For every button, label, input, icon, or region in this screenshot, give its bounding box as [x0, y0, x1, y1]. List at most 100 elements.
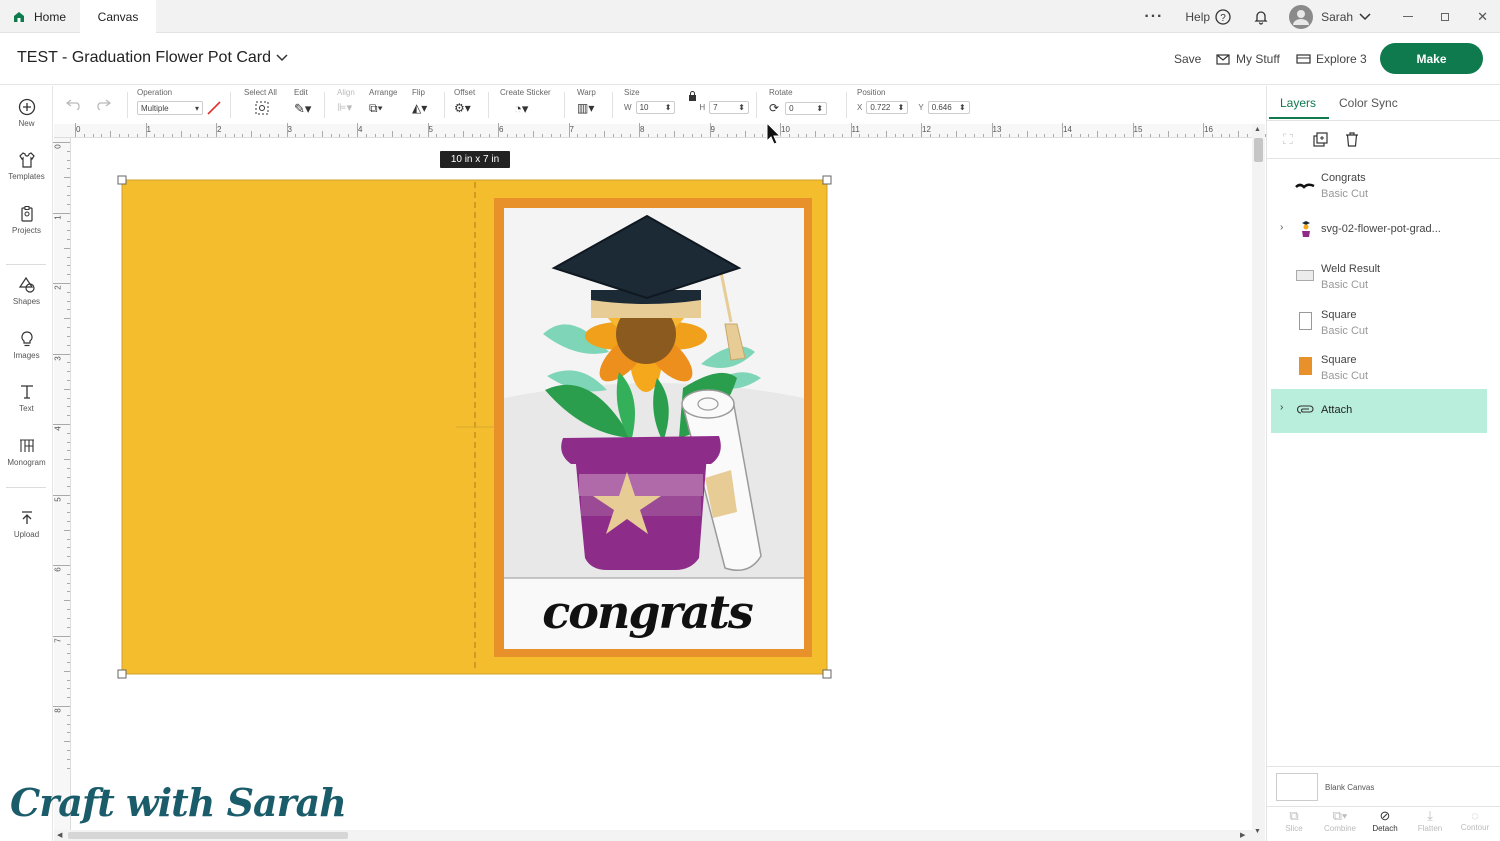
tab-layers[interactable]: Layers: [1280, 96, 1316, 110]
ruler-tick: [242, 134, 244, 137]
sidebar-item-new[interactable]: New: [0, 98, 53, 128]
ruler-tick: [683, 134, 685, 137]
height-input[interactable]: 7 ⬍: [709, 101, 749, 114]
layer-item-attach[interactable]: › Attach: [1271, 389, 1487, 433]
rotate-input[interactable]: 0 ⬍: [785, 101, 828, 115]
ruler-tick: [312, 134, 314, 137]
project-header: TEST - Graduation Flower Pot Card Save M…: [0, 33, 1500, 85]
ruler-tick: [53, 635, 70, 637]
sidebar-item-templates[interactable]: Templates: [0, 151, 53, 181]
duplicate-icon[interactable]: [1313, 132, 1328, 147]
align-group[interactable]: Align ⊫▾: [337, 88, 355, 114]
flower-pot-thumbnail-icon: [1302, 221, 1310, 237]
no-color-swatch-icon[interactable]: [207, 101, 221, 115]
minimize-icon[interactable]: [1403, 16, 1414, 17]
scroll-right-arrow[interactable]: ▶: [1240, 831, 1245, 839]
layer-item[interactable]: › svg-02-flower-pot-grad...: [1271, 212, 1487, 256]
restore-icon[interactable]: [1441, 12, 1450, 21]
notification-bell-icon[interactable]: [1253, 9, 1269, 25]
design-canvas[interactable]: congrats: [71, 138, 1252, 830]
pencil-icon: ✎▾: [294, 101, 312, 116]
home-icon: [14, 11, 24, 22]
scroll-thumb[interactable]: [68, 832, 348, 839]
group-icon[interactable]: ⛶: [1283, 131, 1293, 148]
blank-canvas-swatch[interactable]: [1276, 773, 1318, 801]
help-button[interactable]: Help ?: [1185, 8, 1231, 25]
ruler-tick: [929, 134, 931, 137]
width-input[interactable]: 10 ⬍: [635, 101, 676, 114]
project-title[interactable]: TEST - Graduation Flower Pot Card: [17, 49, 288, 67]
more-icon[interactable]: ···: [1144, 8, 1163, 26]
chevron-right-icon[interactable]: ›: [1280, 402, 1283, 413]
detach-button[interactable]: ⊘ Detach: [1365, 808, 1405, 833]
machine-selector[interactable]: Explore 3: [1296, 52, 1367, 66]
contour-button[interactable]: ◌ Contour: [1455, 808, 1495, 832]
sidebar-item-upload[interactable]: Upload: [0, 509, 53, 539]
tab-home[interactable]: Home: [0, 0, 80, 33]
ruler-tick: [357, 123, 358, 137]
ruler-tick: [67, 591, 70, 593]
detach-icon: ⊘: [1379, 808, 1391, 823]
layer-item[interactable]: Weld Result Basic Cut: [1271, 259, 1487, 303]
sidebar-item-shapes[interactable]: Shapes: [0, 276, 53, 306]
redo-icon[interactable]: [95, 98, 111, 110]
rotate-value: 0: [789, 103, 794, 113]
position-y-input[interactable]: 0.646 ⬍: [927, 101, 970, 114]
undo-icon[interactable]: [66, 98, 82, 110]
layer-item[interactable]: Square Basic Cut: [1271, 305, 1487, 349]
avatar[interactable]: [1289, 4, 1314, 29]
position-x-input[interactable]: 0.722 ⬍: [866, 101, 909, 114]
ruler-tick: [365, 134, 367, 137]
layer-item[interactable]: Congrats Basic Cut: [1271, 168, 1487, 212]
slice-button[interactable]: ⧉ Slice: [1274, 808, 1314, 833]
close-icon[interactable]: ✕: [1477, 9, 1488, 25]
layer-item[interactable]: Square Basic Cut: [1271, 350, 1487, 394]
contour-icon: ◌: [1471, 808, 1479, 823]
ruler-tick: [515, 134, 517, 137]
operation-select[interactable]: Multiple ▾: [137, 101, 203, 115]
ruler-tick: [797, 134, 799, 137]
scroll-up-arrow[interactable]: ▲: [1254, 126, 1261, 133]
left-sidebar: New Templates Projects Shapes Images Tex…: [0, 86, 53, 841]
ruler-tick: [53, 142, 70, 143]
flatten-button[interactable]: ⤓ Flatten: [1410, 808, 1450, 833]
y-label: Y: [918, 103, 924, 112]
sidebar-item-projects[interactable]: Projects: [0, 205, 53, 235]
make-button[interactable]: Make: [1380, 43, 1483, 74]
trash-icon[interactable]: [1345, 132, 1359, 147]
tab-color-sync[interactable]: Color Sync: [1339, 96, 1398, 110]
arrange-group[interactable]: Arrange ⧉▾: [369, 88, 397, 116]
sidebar-item-text[interactable]: Text: [0, 383, 53, 413]
scroll-thumb[interactable]: [1254, 138, 1263, 162]
ruler-tick: [75, 123, 76, 137]
ruler-tick-label: 13: [992, 125, 1002, 134]
warp-group[interactable]: Warp ▥▾: [577, 88, 596, 115]
sidebar-item-images[interactable]: Images: [0, 330, 53, 360]
horizontal-scrollbar[interactable]: ◀ ▶: [54, 830, 1252, 841]
create-sticker-group[interactable]: Create Sticker ◔▾: [500, 88, 551, 117]
lock-icon[interactable]: [688, 91, 697, 101]
scroll-left-arrow[interactable]: ◀: [57, 831, 62, 839]
my-stuff-button[interactable]: My Stuff: [1216, 52, 1280, 66]
flip-group[interactable]: Flip ◭▾: [412, 88, 427, 115]
ruler-tick: [330, 134, 332, 137]
ruler-tick-label: 3: [53, 355, 63, 361]
select-all-group[interactable]: Select All: [244, 88, 277, 117]
user-menu[interactable]: Sarah: [1321, 10, 1371, 24]
offset-group[interactable]: Offset ⚙▾: [454, 88, 475, 115]
blank-canvas-label: Blank Canvas: [1325, 783, 1375, 792]
ruler-tick-label: 10: [781, 125, 790, 134]
chevron-right-icon[interactable]: ›: [1280, 222, 1283, 233]
ruler-tick: [180, 131, 182, 137]
tab-canvas-label: Canvas: [97, 9, 139, 24]
combine-button[interactable]: ⧉▾ Combine: [1320, 808, 1360, 833]
edit-group[interactable]: Edit ✎▾: [294, 88, 311, 117]
save-button[interactable]: Save: [1174, 52, 1201, 66]
tab-canvas[interactable]: Canvas: [80, 0, 156, 33]
ruler-tick: [64, 741, 70, 743]
ruler-tick: [603, 131, 605, 137]
sidebar-item-monogram[interactable]: Monogram: [0, 437, 53, 467]
scroll-down-arrow[interactable]: ▼: [1254, 828, 1261, 835]
ruler-tick: [53, 353, 70, 355]
vertical-scrollbar[interactable]: ▲ ▼: [1252, 124, 1265, 841]
